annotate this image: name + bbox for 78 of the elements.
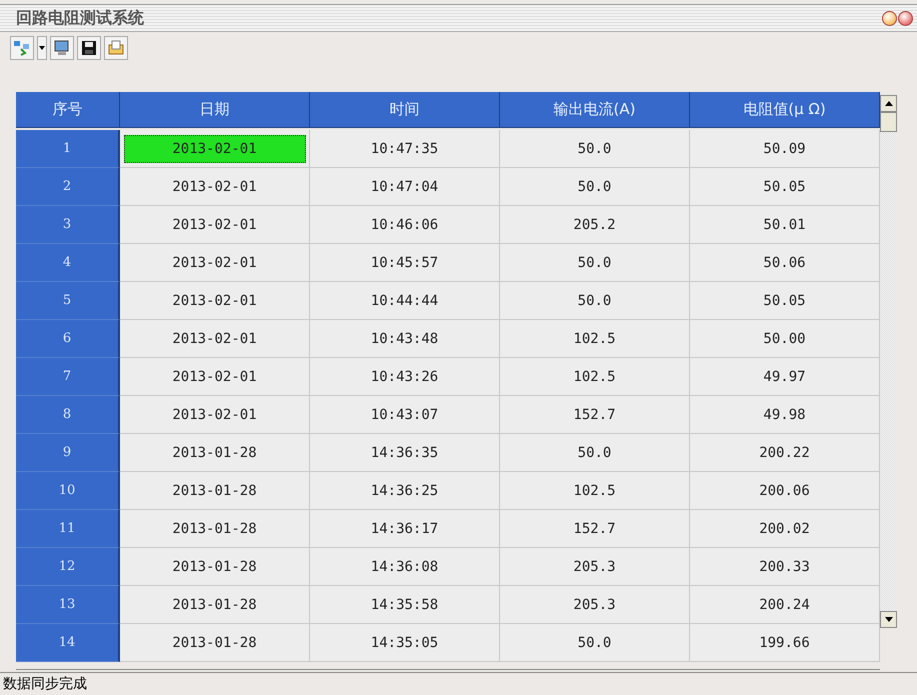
table-cell: 10:44:44 (310, 282, 500, 320)
table-cell: 205.2 (500, 206, 690, 244)
up-arrow-icon (884, 101, 892, 106)
minimize-button[interactable] (882, 10, 897, 26)
table-cell: 200.02 (690, 510, 880, 548)
table-cell: 50.0 (500, 624, 690, 662)
column-header[interactable]: 日期 (120, 92, 310, 128)
row-number: 13 (16, 586, 120, 624)
row-number: 8 (16, 396, 120, 434)
scroll-thumb[interactable] (880, 112, 897, 132)
row-number: 5 (16, 282, 120, 320)
status-text: 数据同步完成 (3, 675, 87, 693)
table-cell: 152.7 (500, 396, 690, 434)
table-cell: 49.97 (690, 358, 880, 396)
close-button[interactable] (898, 10, 913, 26)
table-cell: 200.06 (690, 472, 880, 510)
print-button[interactable] (104, 36, 128, 60)
column-header[interactable]: 电阻值(μ Ω) (690, 92, 880, 128)
table-cell: 10:47:04 (310, 168, 500, 206)
table-cell: 50.0 (500, 434, 690, 472)
row-number: 12 (16, 548, 120, 586)
table-cell: 199.66 (690, 624, 880, 662)
table-cell: 10:43:48 (310, 320, 500, 358)
scrollbar[interactable] (880, 95, 897, 628)
row-number: 9 (16, 434, 120, 472)
table-cell: 50.01 (690, 206, 880, 244)
table-cell: 205.3 (500, 548, 690, 586)
table-cell: 10:45:57 (310, 244, 500, 282)
table-cell: 50.0 (500, 168, 690, 206)
window-title: 回路电阻测试系统 (16, 8, 144, 28)
table-cell: 205.3 (500, 586, 690, 624)
table-cell: 14:35:58 (310, 586, 500, 624)
table-cell: 102.5 (500, 320, 690, 358)
table-cell[interactable]: 2013-02-01 (124, 134, 306, 162)
computer-icon (53, 40, 71, 56)
network-icon (13, 40, 31, 56)
sync-button[interactable] (50, 36, 74, 60)
table-cell: 152.7 (500, 510, 690, 548)
table-cell: 50.00 (690, 320, 880, 358)
table-cell: 102.5 (500, 472, 690, 510)
row-number: 14 (16, 624, 120, 662)
table-cell: 50.0 (500, 282, 690, 320)
table-cell: 14:36:17 (310, 510, 500, 548)
table-cell: 10:43:07 (310, 396, 500, 434)
table-cell: 14:36:08 (310, 548, 500, 586)
column-header[interactable]: 输出电流(A) (500, 92, 690, 128)
save-button[interactable] (77, 36, 101, 60)
table-cell: 50.0 (500, 130, 690, 168)
down-arrow-icon (884, 617, 892, 622)
table-cell: 50.05 (690, 282, 880, 320)
table-cell: 50.05 (690, 168, 880, 206)
row-number: 10 (16, 472, 120, 510)
row-number: 7 (16, 358, 120, 396)
table-cell: 200.24 (690, 586, 880, 624)
table-cell: 14:36:25 (310, 472, 500, 510)
table-cell: 14:36:35 (310, 434, 500, 472)
table-cell: 102.5 (500, 358, 690, 396)
table-cell: 10:46:06 (310, 206, 500, 244)
document-icon (108, 40, 124, 56)
column-header[interactable]: 序号 (16, 92, 120, 128)
table-cell: 200.33 (690, 548, 880, 586)
table-cell: 50.09 (690, 130, 880, 168)
table-cell: 50.06 (690, 244, 880, 282)
caret-icon (39, 46, 45, 50)
row-number: 3 (16, 206, 120, 244)
table-cell: 200.22 (690, 434, 880, 472)
row-number: 11 (16, 510, 120, 548)
table-cell: 14:35:05 (310, 624, 500, 662)
row-number: 2 (16, 168, 120, 206)
table-cell: 49.98 (690, 396, 880, 434)
table-cell: 50.0 (500, 244, 690, 282)
row-number: 4 (16, 244, 120, 282)
table-cell: 10:47:35 (310, 130, 500, 168)
table-cell: 10:43:26 (310, 358, 500, 396)
column-header[interactable]: 时间 (310, 92, 500, 128)
row-number: 1 (16, 130, 120, 168)
row-number: 6 (16, 320, 120, 358)
dropdown-button[interactable] (37, 36, 47, 60)
